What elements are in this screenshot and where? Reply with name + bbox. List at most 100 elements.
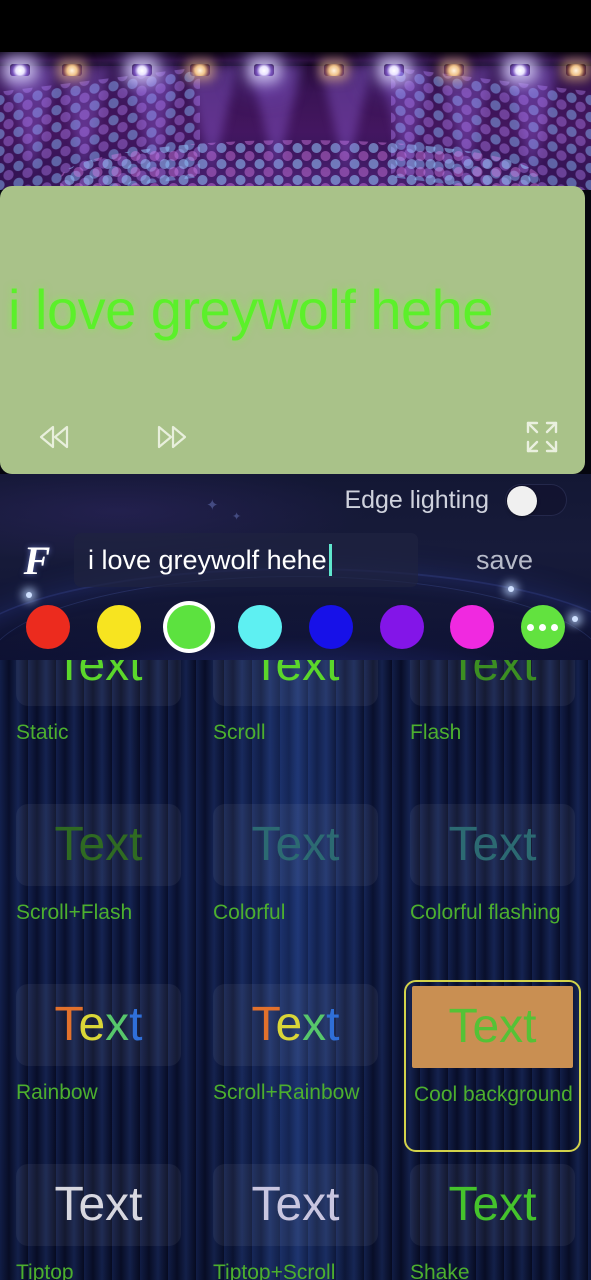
spotlight-beam	[186, 66, 238, 174]
rewind-icon[interactable]	[34, 422, 74, 452]
effect-tile-word: Text	[251, 998, 340, 1051]
effect-tile-word: Text	[448, 818, 537, 871]
color-swatch-purple[interactable]	[379, 605, 424, 649]
text-entry-row: F i love greywolf hehe save	[0, 532, 591, 588]
preview-controls	[34, 422, 192, 452]
toggle-knob	[507, 486, 537, 516]
effect-tile-word: Text	[54, 660, 143, 691]
effect-label: Tiptop+Scroll	[213, 1261, 336, 1280]
stage-banner-image	[0, 0, 591, 190]
effect-cell-rainbow[interactable]: Text Rainbow	[0, 972, 197, 1152]
effect-tile-word: Text	[448, 660, 537, 691]
stage-lamp	[324, 64, 344, 76]
spotlight-beam	[320, 66, 372, 174]
effect-label: Scroll+Flash	[16, 901, 133, 924]
stage-lamp	[254, 64, 274, 76]
save-button[interactable]: save	[418, 545, 591, 576]
effect-label: Colorful	[213, 901, 286, 924]
effect-cell-scroll[interactable]: Text Scroll	[197, 660, 394, 792]
fast-forward-icon[interactable]	[152, 422, 192, 452]
effect-preview-tile: Text	[213, 984, 378, 1066]
color-swatch-red[interactable]	[26, 605, 70, 649]
stage-lamp	[62, 64, 82, 76]
effect-label: Cool background	[414, 1083, 573, 1106]
text-cursor	[328, 544, 332, 576]
spotlight-beam	[440, 66, 492, 174]
effect-cell-cool-background[interactable]: Text Cool background	[394, 972, 591, 1152]
stage-lamp	[190, 64, 210, 76]
spotlight-beam	[58, 66, 110, 174]
effect-label: Scroll+Rainbow	[213, 1081, 360, 1104]
stage-lamp	[510, 64, 530, 76]
stage-lamp	[384, 64, 404, 76]
effect-cell-scroll-flash[interactable]: Text Scroll+Flash	[0, 792, 197, 972]
stage-lamp	[444, 64, 464, 76]
text-preview-card[interactable]: i love greywolf hehe	[0, 186, 585, 474]
effect-tile-word: Text	[448, 1178, 537, 1231]
effect-preview-tile: Text	[410, 804, 575, 886]
effect-cell-flash[interactable]: Text Flash	[394, 660, 591, 792]
star-decoration: ✦	[232, 511, 242, 523]
effect-tile-word: Text	[54, 1178, 143, 1231]
effect-label: Shake	[410, 1261, 470, 1280]
effect-tile-word: Text	[251, 818, 340, 871]
effect-preview-tile: Text	[213, 804, 378, 886]
effect-cell-static[interactable]: Text Static	[0, 660, 197, 792]
preview-text: i love greywolf hehe	[8, 278, 493, 341]
color-swatch-blue[interactable]	[308, 605, 353, 649]
effect-cell-tiptop-scroll[interactable]: Text Tiptop+Scroll	[197, 1152, 394, 1280]
spotlight-beam	[380, 66, 432, 174]
effect-label: Rainbow	[16, 1081, 98, 1104]
effect-cell-tiptop[interactable]: Text Tiptop	[0, 1152, 197, 1280]
effect-cell-colorful[interactable]: Text Colorful	[197, 792, 394, 972]
effect-tile-word: Text	[448, 1000, 537, 1053]
effect-label: Scroll	[213, 721, 266, 744]
effect-preview-tile: Text	[213, 660, 378, 706]
stage-lamp	[10, 64, 30, 76]
effect-label: Colorful flashing	[410, 901, 561, 924]
effect-tile-word: Text	[54, 998, 143, 1051]
effect-preview-tile: Text	[16, 984, 181, 1066]
effect-label: Flash	[410, 721, 462, 744]
effect-preview-tile: Text	[16, 1164, 181, 1246]
effect-cell-colorful-flashing[interactable]: Text Colorful flashing	[394, 792, 591, 972]
stage-lamp	[566, 64, 586, 76]
effect-preview-tile: Text	[16, 660, 181, 706]
effect-label: Tiptop	[16, 1261, 74, 1280]
effect-grid: Text Static Text Scroll Text Flash Text Scro…	[0, 660, 591, 1280]
effect-grid-panel: Text Static Text Scroll Text Flash Text Scro…	[0, 660, 591, 1280]
effect-preview-tile: Text	[410, 1164, 575, 1246]
fullscreen-expand-icon[interactable]	[523, 418, 561, 456]
star-decoration: ✦	[206, 497, 219, 514]
edge-lighting-toggle[interactable]	[505, 484, 567, 516]
edge-lighting-label: Edge lighting	[344, 485, 489, 514]
spotlight-beam	[250, 66, 302, 174]
effect-preview-tile: Text	[412, 986, 573, 1068]
color-swatch-yellow[interactable]	[96, 605, 141, 649]
color-swatch-cyan[interactable]	[238, 605, 283, 649]
lighting-truss	[0, 52, 591, 66]
color-swatch-magenta[interactable]	[450, 605, 495, 649]
spotlight-beam	[506, 66, 558, 174]
color-swatch-green[interactable]	[167, 605, 212, 649]
status-bar-area	[0, 0, 591, 52]
stage-lamp	[132, 64, 152, 76]
effect-preview-tile: Text	[410, 660, 575, 706]
effect-tile-word: Text	[54, 818, 143, 871]
effect-preview-tile: Text	[16, 804, 181, 886]
effect-preview-tile: Text	[213, 1164, 378, 1246]
control-panel: ✦ ✦ Edge lighting F i love greywolf hehe…	[0, 474, 591, 660]
effect-cell-shake[interactable]: Text Shake	[394, 1152, 591, 1280]
color-swatch-row	[0, 596, 591, 658]
effect-tile-word: Text	[251, 1178, 340, 1231]
spotlight-beam	[6, 66, 58, 174]
effect-label: Static	[16, 721, 69, 744]
more-colors-button[interactable]	[520, 605, 565, 649]
effect-cell-scroll-rainbow[interactable]: Text Scroll+Rainbow	[197, 972, 394, 1152]
stage-scene	[0, 52, 591, 190]
edge-lighting-row: Edge lighting	[344, 484, 567, 516]
text-input[interactable]: i love greywolf hehe	[74, 533, 418, 587]
effect-tile-word: Text	[251, 660, 340, 691]
spotlight-beam	[128, 66, 180, 174]
font-picker-icon[interactable]: F	[0, 537, 74, 584]
